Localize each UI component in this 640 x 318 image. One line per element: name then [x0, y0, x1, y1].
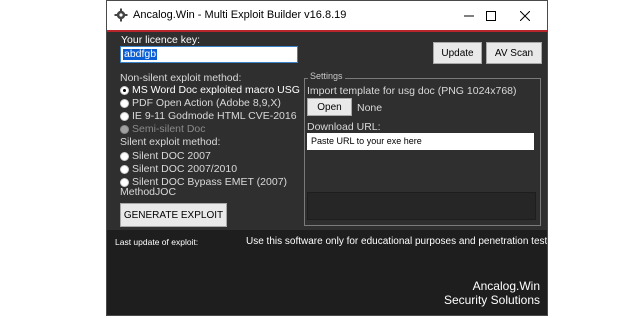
window-title: Ancalog.Win - Multi Exploit Builder v16.… [133, 9, 347, 21]
disclaimer-text: Use this software only for educational p… [246, 236, 548, 247]
radio-silent-doc-2007[interactable] [120, 152, 129, 161]
title-bar[interactable]: Ancalog.Win - Multi Exploit Builder v16.… [107, 1, 547, 30]
status-footer: Last update of exploit: Use this softwar… [107, 230, 547, 315]
licence-key-value: abdfgb [123, 48, 158, 60]
open-template-button[interactable]: Open [307, 98, 352, 116]
licence-label: Your licence key: [121, 34, 200, 46]
app-window: Ancalog.Win - Multi Exploit Builder v16.… [106, 0, 548, 316]
last-update-label: Last update of exploit: [115, 237, 199, 247]
maximize-icon [486, 10, 496, 21]
radio-silent-doc-2007-2010[interactable] [120, 165, 129, 174]
download-url-input[interactable]: Paste URL to your exe here [307, 133, 534, 150]
template-label: Import template for usg doc (PNG 1024x76… [307, 85, 517, 97]
av-scan-button[interactable]: AV Scan [486, 42, 542, 64]
close-icon [520, 10, 530, 21]
licence-key-input[interactable]: abdfgb [120, 46, 298, 63]
settings-preview-area [307, 192, 536, 220]
option-semi-silent: Semi-silent Doc [132, 123, 206, 135]
template-value: None [357, 102, 383, 114]
settings-title: Settings [308, 71, 345, 81]
close-button[interactable] [503, 1, 547, 30]
option-silent-doc-2007-2010[interactable]: Silent DOC 2007/2010 [132, 163, 237, 175]
silent-heading: Silent exploit method: [120, 136, 221, 148]
method-label: MethodJOC [120, 186, 177, 198]
option-ms-word-macro[interactable]: MS Word Doc exploited macro USG [132, 84, 300, 96]
brand-name: Ancalog.Win [472, 279, 540, 293]
non-silent-heading: Non-silent exploit method: [120, 72, 242, 84]
download-url-label: Download URL: [307, 121, 381, 133]
option-ie-godmode[interactable]: IE 9-11 Godmode HTML CVE-2016 [132, 110, 297, 122]
radio-pdf-open-action[interactable] [120, 99, 129, 108]
option-silent-doc-2007[interactable]: Silent DOC 2007 [132, 150, 211, 162]
radio-ms-word-macro[interactable] [120, 86, 129, 95]
generate-exploit-button[interactable]: GENERATE EXPLOIT [120, 203, 227, 227]
brand-tagline: Security Solutions [443, 293, 540, 307]
option-pdf-open-action[interactable]: PDF Open Action (Adobe 8,9,X) [132, 97, 281, 109]
update-button[interactable]: Update [433, 42, 482, 64]
radio-ie-godmode[interactable] [120, 112, 129, 121]
main-panel: Your licence key: abdfgb Update AV Scan … [107, 32, 547, 230]
radio-semi-silent [120, 125, 129, 134]
gear-icon [114, 8, 128, 22]
